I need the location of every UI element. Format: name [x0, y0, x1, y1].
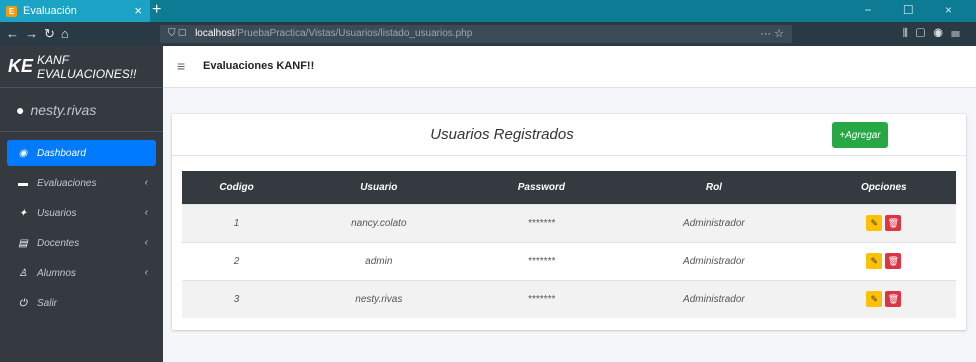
cell-usuario: admin	[291, 241, 467, 280]
edit-icon[interactable]: ✎	[866, 253, 883, 269]
table-row: 1 nancy.colato ******* Administrador ✎ 🗑	[182, 203, 956, 242]
sidebar-item-alumnos[interactable]: ♙ Alumnos ‹	[7, 260, 156, 286]
brand[interactable]: KE KANF EVALUACIONES!!	[0, 46, 163, 88]
user-icon: ●	[16, 101, 25, 118]
cell-opciones: ✎ 🗑	[811, 203, 956, 242]
nav-buttons[interactable]: ←→↻⌂	[6, 26, 75, 42]
dashboard-icon: ◉	[18, 147, 28, 159]
url-path: /PruebaPractica/Vistas/Usuarios/listado_…	[234, 28, 473, 39]
cell-password: *******	[466, 279, 617, 318]
page-title: Evaluaciones KANF!!	[203, 60, 315, 72]
users-card: Usuarios Registrados + Agregar Codigo Usu…	[172, 114, 966, 330]
browser-tab-bar: E Evaluación × + − ☐ ×	[0, 0, 976, 22]
header-usuario: Usuario	[291, 171, 467, 204]
url-host: localhost	[195, 28, 235, 39]
sidebar-item-docentes[interactable]: ▤ Docentes ‹	[7, 230, 156, 256]
top-bar: ≡ Evaluaciones KANF!!	[163, 46, 976, 88]
add-user-button[interactable]: + Agregar	[832, 122, 888, 148]
new-tab-icon[interactable]: +	[152, 1, 161, 19]
header-password: Password	[466, 171, 617, 204]
cell-rol: Administrador	[616, 279, 812, 318]
header-codigo: Codigo	[182, 171, 292, 204]
users-table: Codigo Usuario Password Rol Opciones 1 n…	[182, 171, 956, 318]
cell-usuario: nesty.rivas	[291, 279, 467, 318]
browser-nav-bar: ←→↻⌂ ⛉ ▢ localhost/PruebaPractica/Vistas…	[0, 22, 976, 46]
edit-icon[interactable]: ✎	[866, 215, 883, 231]
table-header-row: Codigo Usuario Password Rol Opciones	[182, 171, 956, 204]
sidebar-item-usuarios[interactable]: ✦ Usuarios ‹	[7, 200, 156, 226]
trash-icon[interactable]: 🗑	[885, 215, 902, 231]
cell-rol: Administrador	[616, 241, 812, 280]
add-button-label: Agregar	[845, 129, 881, 141]
chevron-left-icon: ‹	[144, 207, 148, 218]
card-header: Usuarios Registrados + Agregar	[172, 114, 966, 156]
chevron-left-icon: ‹	[144, 177, 148, 188]
window-controls[interactable]: − ☐ ×	[865, 3, 966, 17]
edit-icon[interactable]: ✎	[866, 291, 883, 308]
shield-icon: ⛉ ▢	[168, 28, 187, 39]
cell-password: *******	[466, 203, 617, 242]
cell-usuario: nancy.colato	[291, 203, 467, 242]
cell-codigo: 3	[182, 279, 292, 318]
chevron-left-icon: ‹	[144, 237, 148, 248]
table-row: 3 nesty.rivas ******* Administrador ✎ 🗑	[182, 279, 956, 318]
chevron-left-icon: ‹	[144, 267, 148, 278]
sidebar-item-dashboard[interactable]: ◉ Dashboard	[7, 140, 156, 166]
favicon-icon: E	[6, 5, 17, 17]
tab-close-icon[interactable]: ×	[134, 3, 142, 18]
sidebar: KE KANF EVALUACIONES!! ● nesty.rivas ◉ D…	[0, 46, 163, 362]
card-title: Usuarios Registrados	[430, 126, 574, 143]
browser-tab[interactable]: E Evaluación ×	[0, 0, 150, 22]
user-name: nesty.rivas	[30, 101, 97, 118]
hamburger-icon[interactable]: ≡	[177, 58, 185, 74]
users-icon: ✦	[18, 207, 28, 219]
header-opciones: Opciones	[811, 171, 956, 204]
sidebar-item-salir[interactable]: ⏻ Salir	[7, 290, 156, 316]
user-panel[interactable]: ● nesty.rivas	[0, 88, 163, 132]
student-icon: ♙	[18, 267, 28, 279]
folder-icon: ▬	[18, 177, 28, 189]
cell-password: *******	[466, 241, 617, 280]
cell-opciones: ✎ 🗑	[811, 279, 956, 318]
cell-opciones: ✎ 🗑	[811, 241, 956, 280]
sidebar-item-label: Usuarios	[37, 207, 77, 219]
trash-icon[interactable]: 🗑	[885, 253, 902, 269]
brand-text: KANF EVALUACIONES!!	[37, 52, 137, 81]
table-row: 2 admin ******* Administrador ✎ 🗑	[182, 241, 956, 280]
sidebar-item-evaluaciones[interactable]: ▬ Evaluaciones ‹	[7, 170, 156, 196]
building-icon: ▤	[18, 237, 28, 249]
trash-icon[interactable]: 🗑	[885, 291, 902, 308]
library-icon[interactable]: ⫴▢◉☰	[903, 26, 968, 41]
sidebar-menu: ◉ Dashboard ▬ Evaluaciones ‹ ✦ Usuarios …	[0, 132, 163, 316]
cell-rol: Administrador	[616, 203, 812, 242]
sidebar-item-label: Salir	[37, 297, 58, 309]
power-icon: ⏻	[19, 297, 27, 309]
url-bar[interactable]: ⛉ ▢ localhost/PruebaPractica/Vistas/Usua…	[160, 25, 792, 43]
cell-codigo: 2	[182, 241, 292, 280]
cell-codigo: 1	[182, 203, 292, 242]
sidebar-item-label: Docentes	[37, 237, 80, 249]
sidebar-item-label: Dashboard	[37, 147, 86, 159]
brand-logo: KE	[8, 56, 34, 76]
tab-title: Evaluación	[23, 5, 77, 17]
header-rol: Rol	[616, 171, 812, 204]
sidebar-item-label: Evaluaciones	[37, 177, 97, 189]
url-actions[interactable]: ··· ☆	[760, 25, 784, 43]
sidebar-item-label: Alumnos	[37, 267, 76, 279]
